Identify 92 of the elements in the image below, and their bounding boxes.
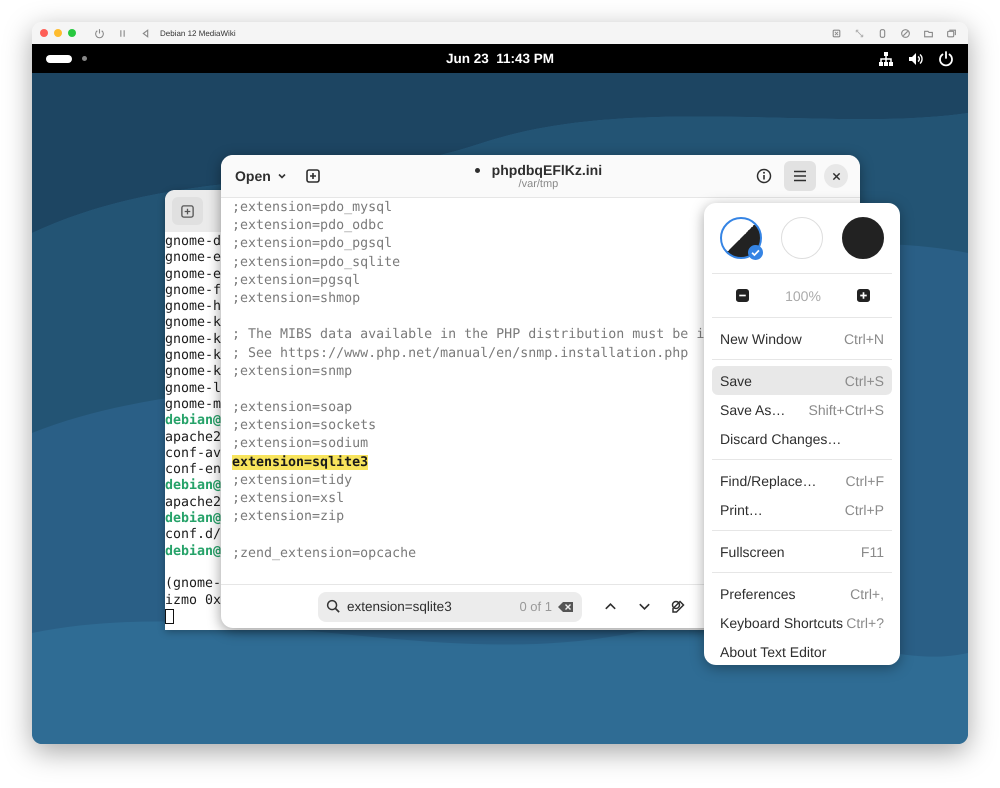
code-line: ;extension=snmp [232, 362, 352, 381]
clock[interactable]: Jun 23 11:43 PM [446, 51, 554, 66]
terminal-prompt: debian@ [165, 413, 222, 430]
code-line: ;extension=pdo_pgsql [232, 235, 392, 254]
volume-icon[interactable] [908, 50, 924, 66]
check-icon [748, 245, 763, 260]
menu-item[interactable]: Save As… Shift+Ctrl+S [712, 395, 892, 424]
open-button[interactable]: Open [229, 162, 293, 190]
close-button[interactable] [824, 164, 848, 188]
menu-item[interactable]: Find/Replace… Ctrl+F [712, 466, 892, 495]
code-line: ;extension=shmop [232, 290, 360, 308]
code-line: ;extension=pgsql [232, 272, 360, 290]
back-icon[interactable] [140, 28, 151, 38]
terminal-line: gnome-e [165, 266, 222, 283]
terminal-line: gnome-k [165, 348, 222, 364]
vm-window-title: Debian 12 MediaWiki [160, 28, 236, 38]
code-line: ;extension=xsl [232, 490, 344, 508]
plus-square-icon [180, 204, 195, 218]
code-line: ; The MIBS data available in the PHP distribution must be i [232, 326, 704, 344]
text-cursor [165, 608, 174, 624]
code-line: ;extension=sodium [232, 435, 368, 454]
terminal-line: apache2 [165, 494, 222, 511]
zoom-level: 100% [785, 288, 821, 304]
shortcut-label: Ctrl+S [844, 372, 884, 388]
windows-icon[interactable] [946, 28, 957, 38]
document-path: /var/tmp [518, 178, 558, 190]
activities-indicator[interactable] [46, 54, 72, 62]
menu-item[interactable]: About Text Editor [712, 637, 892, 666]
search-match: extension=sqlite3 [232, 454, 368, 470]
code-line: ;zend_extension=opcache [232, 544, 416, 563]
code-line: ;extension=pdo_odbc [232, 217, 384, 236]
system-style-button[interactable] [720, 217, 762, 259]
shortcut-label: F11 [860, 544, 884, 560]
terminal-line: gnome-d [165, 234, 222, 250]
info-icon [756, 168, 772, 184]
workspace-dot[interactable] [82, 56, 87, 61]
code-line: ;extension=pdo_sqlite [232, 254, 400, 272]
terminal-line: gnome-e [165, 250, 222, 267]
network-icon[interactable] [878, 50, 894, 66]
close-icon[interactable] [40, 29, 48, 37]
zoom-in-button[interactable] [857, 289, 870, 302]
code-line: ;extension=zip [232, 508, 344, 526]
shortcut-label: Ctrl+F [846, 472, 884, 488]
terminal-line: conf.d/ [165, 527, 222, 544]
terminal-prompt: debian@ [165, 544, 222, 560]
chevron-down-icon [276, 171, 287, 181]
terminal-line: izmo 0x [165, 592, 222, 609]
terminal-line: gnome-l [165, 380, 222, 397]
shortcut-label: Shift+Ctrl+S [808, 402, 884, 418]
terminal-prompt: debian@ [165, 478, 222, 495]
code-line: ;extension=soap [232, 399, 352, 418]
clear-icon[interactable] [558, 600, 574, 612]
close-icon [832, 172, 840, 180]
code-line: ;extension=sockets [232, 417, 376, 436]
terminal-line: gnome-k [165, 332, 222, 348]
code-line: ;extension=tidy [232, 472, 352, 490]
terminal-line: gnome-h [165, 299, 222, 316]
new-tab-button[interactable] [172, 197, 203, 225]
terminal-line: conf-av [165, 446, 222, 462]
search-field[interactable]: extension=sqlite3 0 of 1 [318, 592, 582, 622]
menu-button[interactable] [784, 161, 816, 191]
search-icon [326, 599, 341, 614]
terminal-prompt: debian@ [165, 511, 222, 528]
code-line: ;extension=pdo_mysql [232, 199, 392, 217]
menu-item[interactable]: Keyboard Shortcuts Ctrl+? [712, 608, 892, 637]
terminal-line: (gnome- [165, 576, 222, 593]
menu-item[interactable]: Print… Ctrl+P [712, 495, 892, 524]
menu-item[interactable]: Discard Changes… [712, 424, 892, 453]
shortcut-label: Ctrl+? [846, 614, 884, 630]
match-count: 0 of 1 [519, 599, 552, 614]
shortcut-label: Ctrl+N [844, 330, 884, 346]
shortcut-label: Ctrl+P [844, 502, 884, 518]
plus-icon [857, 289, 870, 302]
menu-item[interactable]: New Window Ctrl+N [712, 324, 892, 353]
terminal-line: gnome-m [165, 396, 222, 413]
terminal-line: apache2 [165, 430, 222, 446]
dark-style-button[interactable] [842, 217, 884, 259]
code-line: ; See https://www.php.net/manual/en/snmp.installation.php [232, 344, 688, 362]
terminal-line: gnome-k [165, 364, 222, 381]
menu-icon [792, 168, 808, 184]
terminal-line: gnome-f [165, 282, 222, 300]
plus-square-icon [304, 168, 321, 184]
terminal-line: gnome-k [165, 315, 222, 332]
zoom-out-button[interactable] [736, 289, 749, 302]
document-title: phpdbqEFlKz.ini [492, 162, 602, 178]
shortcut-label: Ctrl+, [850, 586, 884, 602]
menu-item[interactable]: Save Ctrl+S [712, 366, 892, 395]
minus-icon [736, 289, 749, 302]
pen-icon [670, 598, 686, 614]
menu-item[interactable]: Preferences Ctrl+, [712, 579, 892, 608]
menu-item[interactable]: Fullscreen F11 [712, 537, 892, 566]
terminal-line: conf-en [165, 462, 222, 478]
